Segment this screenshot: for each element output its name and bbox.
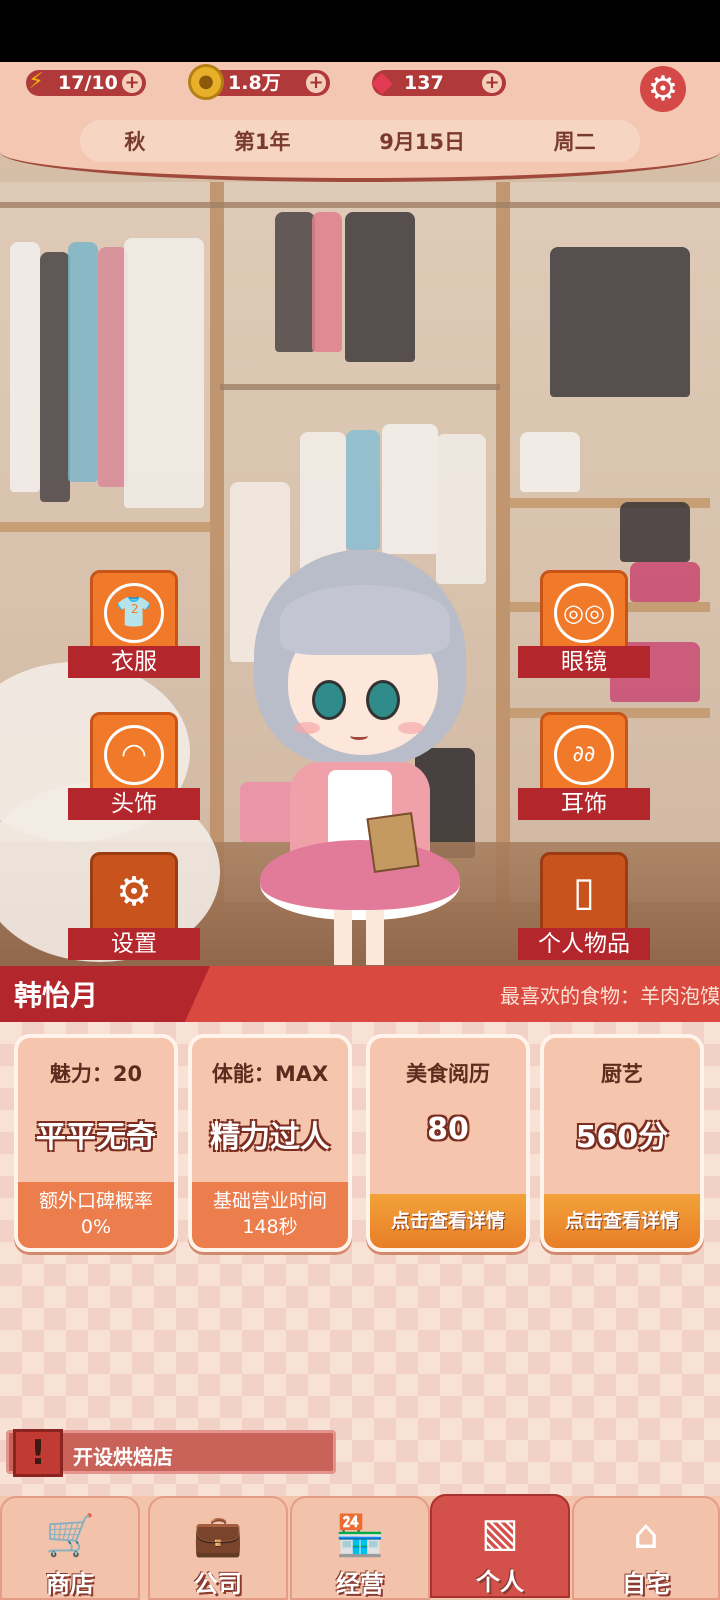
coin-icon: ● xyxy=(188,64,224,100)
food-experience-details-button[interactable]: 点击查看详情 xyxy=(370,1194,526,1248)
stamina-card: 体能：MAX 精力过人 基础营业时间 148秒 xyxy=(188,1034,352,1252)
profile-icon: ▧ xyxy=(481,1510,519,1556)
briefcase-icon: 💼 xyxy=(193,1513,243,1559)
hat-icon: ◠ xyxy=(104,725,164,785)
settings-gear-icon[interactable]: ⚙ xyxy=(640,66,686,112)
tab-company[interactable]: 💼 公司 xyxy=(148,1496,288,1600)
character-avatar xyxy=(250,550,470,965)
tab-business-label: 经营 xyxy=(336,1570,384,1598)
gear-icon: ⚙ xyxy=(116,869,152,915)
book-icon: ▯ xyxy=(572,869,595,915)
shirt-icon: 👕 2 xyxy=(104,583,164,643)
tab-company-label: 公司 xyxy=(194,1570,242,1598)
energy-counter[interactable]: ⚡ 17/10 + xyxy=(26,69,146,96)
gem-value: 137 xyxy=(404,72,444,94)
settings-button[interactable]: ⚙ 设置 xyxy=(68,852,200,962)
glasses-icon: ◎◎ xyxy=(554,583,614,643)
add-gems-button[interactable]: + xyxy=(482,73,502,93)
charm-value: 平平无奇 xyxy=(36,1120,156,1155)
day: 9月15日 xyxy=(379,130,466,154)
cooking-skill-details-button[interactable]: 点击查看详情 xyxy=(544,1194,700,1248)
season: 秋 xyxy=(124,130,146,154)
earrings-icon: ∂∂ xyxy=(554,725,614,785)
personal-items-button[interactable]: ▯ 个人物品 xyxy=(518,852,650,962)
year: 第1年 xyxy=(233,130,291,154)
stamina-footer-label: 基础营业时间 xyxy=(212,1190,327,1212)
charm-footer-value: 0% xyxy=(80,1216,112,1238)
quest-banner[interactable]: ! 开设烘焙店 xyxy=(6,1429,336,1477)
tab-personal-label: 个人 xyxy=(476,1568,524,1596)
status-bar xyxy=(0,0,720,62)
exclamation-icon: ! xyxy=(13,1429,63,1477)
stamina-footer-value: 148秒 xyxy=(242,1216,298,1238)
character-name-bar: 韩怡月 最喜欢的食物：羊肉泡馍 xyxy=(0,966,720,1022)
charm-footer-label: 额外口碑概率 xyxy=(38,1190,153,1212)
coin-value: 1.8万 xyxy=(228,72,281,94)
clothes-label: 衣服 xyxy=(68,646,200,678)
shop-icon: 🏪 xyxy=(335,1513,385,1559)
gem-counter[interactable]: ◆ 137 + xyxy=(371,68,506,96)
clothes-badge: 2 xyxy=(131,602,139,616)
house-icon: ⌂ xyxy=(633,1512,659,1558)
cooking-skill-title: 厨艺 xyxy=(601,1062,643,1086)
glasses-button[interactable]: ◎◎ 眼镜 xyxy=(518,570,650,680)
clothes-button[interactable]: 👕 2 衣服 xyxy=(68,570,200,680)
favorite-food: 最喜欢的食物：羊肉泡馍 xyxy=(500,984,720,1008)
stamina-title: 体能：MAX xyxy=(211,1062,329,1086)
cooking-skill-card[interactable]: 厨艺 560分 点击查看详情 xyxy=(540,1034,704,1252)
character-name: 韩怡月 xyxy=(14,979,99,1012)
gem-icon: ◆ xyxy=(371,65,393,98)
glasses-label: 眼镜 xyxy=(518,646,650,678)
quest-text: 开设烘焙店 xyxy=(73,1445,173,1469)
date-bar: 秋 第1年 9月15日 周二 xyxy=(80,120,640,162)
energy-value: 17/10 xyxy=(58,72,118,94)
charm-title: 魅力：20 xyxy=(49,1062,143,1086)
tab-shop-label: 商店 xyxy=(46,1570,94,1598)
charm-card: 魅力：20 平平无奇 额外口碑概率 0% xyxy=(14,1034,178,1252)
weekday: 周二 xyxy=(553,130,596,154)
coin-counter[interactable]: ● 1.8万 + xyxy=(188,64,330,100)
earrings-button[interactable]: ∂∂ 耳饰 xyxy=(518,712,650,822)
settings-label: 设置 xyxy=(68,928,200,960)
tab-personal[interactable]: ▧ 个人 xyxy=(430,1494,570,1598)
tab-shop[interactable]: 🛒 商店 xyxy=(0,1496,140,1600)
headwear-label: 头饰 xyxy=(68,788,200,820)
lightning-icon: ⚡ xyxy=(28,69,44,94)
headwear-button[interactable]: ◠ 头饰 xyxy=(68,712,200,822)
add-coins-button[interactable]: + xyxy=(306,73,326,93)
tab-business[interactable]: 🏪 经营 xyxy=(290,1496,430,1600)
food-experience-card[interactable]: 美食阅历 80 点击查看详情 xyxy=(366,1034,530,1252)
earrings-label: 耳饰 xyxy=(518,788,650,820)
food-experience-title: 美食阅历 xyxy=(406,1062,490,1086)
personal-items-label: 个人物品 xyxy=(518,928,650,960)
tab-home-label: 自宅 xyxy=(622,1570,670,1598)
stamina-value: 精力过人 xyxy=(210,1120,330,1155)
food-experience-value: 80 xyxy=(427,1112,469,1147)
cart-icon: 🛒 xyxy=(45,1513,95,1559)
add-energy-button[interactable]: + xyxy=(122,73,142,93)
tab-home[interactable]: ⌂ 自宅 xyxy=(572,1496,720,1600)
cooking-skill-value: 560分 xyxy=(575,1120,669,1155)
